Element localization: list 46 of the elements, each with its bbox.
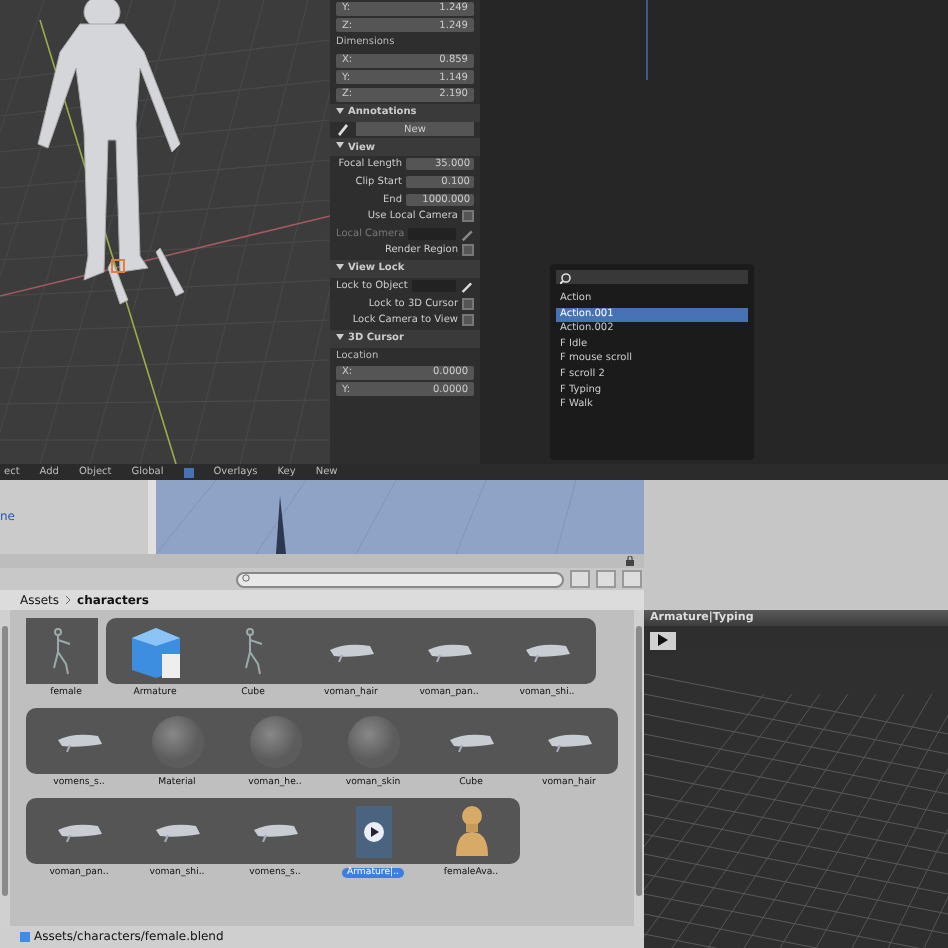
search-icon <box>242 574 252 584</box>
mesh-icon <box>57 731 101 751</box>
figure-icon <box>243 627 263 675</box>
disclosure-triangle-icon[interactable] <box>336 142 344 153</box>
label-filter-button[interactable] <box>596 570 616 588</box>
scrollbar[interactable] <box>0 610 10 926</box>
play-icon <box>658 634 668 646</box>
sphere-icon <box>249 715 301 767</box>
sphere-icon <box>151 715 203 767</box>
search-field[interactable] <box>556 270 748 284</box>
tag-filter-button[interactable] <box>570 570 590 588</box>
mesh-icon <box>525 641 569 661</box>
search-field[interactable] <box>236 571 564 587</box>
checkbox[interactable] <box>462 314 474 327</box>
mesh-icon <box>329 641 373 661</box>
playhead-line <box>646 0 648 80</box>
mesh-icon <box>155 821 199 841</box>
mesh-icon <box>449 731 493 751</box>
disclosure-triangle-icon[interactable] <box>336 263 344 274</box>
search-icon <box>560 271 572 283</box>
play-button[interactable] <box>650 631 676 649</box>
checkbox[interactable] <box>462 297 474 310</box>
mannequin-bust-icon <box>451 804 491 858</box>
sphere-icon <box>347 715 399 767</box>
overlay-icon <box>183 467 194 477</box>
mesh-icon <box>57 821 101 841</box>
checkbox[interactable] <box>462 210 474 223</box>
chevron-icon <box>65 596 72 604</box>
figure-icon <box>52 627 72 675</box>
file-icon <box>20 932 30 942</box>
eyedropper-icon <box>460 278 474 295</box>
scrollbar[interactable] <box>634 610 644 926</box>
play-clip-icon <box>355 805 391 857</box>
scrollbar[interactable] <box>148 480 156 554</box>
asset-tile[interactable] <box>26 618 98 684</box>
mesh-icon <box>253 821 297 841</box>
disclosure-triangle-icon[interactable] <box>336 333 344 343</box>
lock-icon <box>626 556 636 566</box>
eyedropper-icon <box>459 225 474 242</box>
disclosure-triangle-icon[interactable] <box>336 107 344 118</box>
object-picker-field[interactable] <box>411 280 457 293</box>
brush-icon <box>336 121 352 138</box>
mesh-icon <box>547 731 591 751</box>
star-button[interactable] <box>622 570 642 588</box>
mesh-icon <box>427 641 471 661</box>
checkbox[interactable] <box>462 244 474 257</box>
